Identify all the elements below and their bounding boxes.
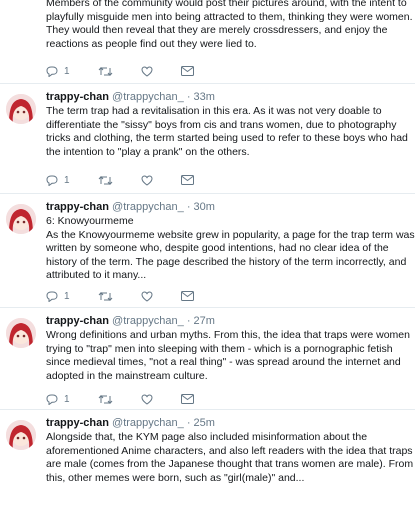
retweet-button[interactable] xyxy=(98,291,113,302)
message-button[interactable] xyxy=(180,66,194,76)
message-icon xyxy=(180,66,194,76)
message-button[interactable] xyxy=(180,291,194,301)
tweet-text-line: since medieval times, "not a real thing"… xyxy=(46,356,401,369)
tweet-actions: 1 xyxy=(46,289,222,303)
display-name[interactable]: trappy-chan xyxy=(46,201,109,213)
tweet-text-line: history of the term. The page described … xyxy=(46,255,407,268)
tweet-text-line: aforementioned Anime characters, and als… xyxy=(46,444,413,457)
display-name[interactable]: trappy-chan xyxy=(46,91,109,103)
retweet-icon xyxy=(98,291,113,302)
like-icon xyxy=(141,393,153,405)
tweet-text-line: this, other memes were born, such as "gi… xyxy=(46,471,305,484)
tweet-text: The term trap had a revitalisation in th… xyxy=(46,105,408,159)
tweet-content: Members of the community would post thei… xyxy=(46,0,413,51)
user-handle[interactable]: @trappychan_ xyxy=(112,91,184,103)
tweet-text-line: As the Knowyourmeme website grew in popu… xyxy=(46,228,415,241)
tweet-time[interactable]: · 27m xyxy=(187,315,215,327)
tweet[interactable]: Members of the community would post thei… xyxy=(0,0,415,84)
reply-count: 1 xyxy=(64,65,70,77)
tweet-text-line: Alongside that, the KYM page also includ… xyxy=(46,431,368,443)
tweet-content: trappy-chan @trappychan_ · 27m Wrong def… xyxy=(46,314,410,383)
tweet-header: trappy-chan @trappychan_ · 25m xyxy=(46,416,407,430)
avatar[interactable] xyxy=(6,204,36,234)
retweet-icon xyxy=(98,66,113,77)
tweet-header: trappy-chan @trappychan_ · 27m xyxy=(46,314,407,328)
like-icon xyxy=(141,174,153,186)
tweet-text-line: attributed to it many... xyxy=(46,269,147,282)
message-button[interactable] xyxy=(180,394,194,404)
display-name[interactable]: trappy-chan xyxy=(46,315,109,327)
user-handle[interactable]: @trappychan_ xyxy=(112,201,184,213)
reply-count: 1 xyxy=(64,174,70,186)
avatar[interactable] xyxy=(6,318,36,348)
message-icon xyxy=(180,394,194,404)
tweet-text: Wrong definitions and urban myths. From … xyxy=(46,329,410,383)
retweet-icon xyxy=(98,175,113,186)
tweet-text-line: the intention to "play a prank" on the o… xyxy=(46,145,250,158)
reply-button[interactable]: 1 xyxy=(46,175,70,186)
reply-icon xyxy=(46,394,58,405)
tweet-actions: 1 xyxy=(46,64,222,78)
tweet-text-line: differentiate the "sissy" boys from cis … xyxy=(46,118,397,131)
retweet-button[interactable] xyxy=(98,66,113,77)
tweet-header: trappy-chan @trappychan_ · 33m xyxy=(46,90,407,104)
tweet[interactable]: trappy-chan @trappychan_ · 27m Wrong def… xyxy=(0,308,415,410)
tweet-actions: 1 xyxy=(46,392,222,406)
reply-count: 1 xyxy=(64,393,70,405)
like-button[interactable] xyxy=(141,174,153,186)
tweet-header: trappy-chan @trappychan_ · 30m xyxy=(46,200,407,214)
reply-count: 1 xyxy=(64,290,70,302)
tweet-text-line: The term trap had a revitalisation in th… xyxy=(46,105,382,117)
avatar[interactable] xyxy=(6,94,36,124)
tweet-time[interactable]: · 30m xyxy=(187,201,215,213)
tweet-text-line: reactions as people find out they were l… xyxy=(46,37,257,50)
tweet-time[interactable]: · 33m xyxy=(187,91,215,103)
tweet[interactable]: trappy-chan @trappychan_ · 33m The term … xyxy=(0,84,415,194)
retweet-icon xyxy=(98,394,113,405)
like-icon xyxy=(141,290,153,302)
tweet-thread: Members of the community would post thei… xyxy=(0,0,415,512)
tweet-text-line: are male (comes from the Japanese though… xyxy=(46,458,414,471)
tweet-time[interactable]: · 25m xyxy=(187,417,215,429)
tweet[interactable]: trappy-chan @trappychan_ · 30m 6: Knowyo… xyxy=(0,194,415,308)
reply-icon xyxy=(46,66,58,77)
user-handle[interactable]: @trappychan_ xyxy=(112,315,184,327)
tweet-text-line: Members of the community would post thei… xyxy=(46,0,407,9)
tweet-text: 6: Knowyourmeme As the Knowyourmeme webs… xyxy=(46,215,415,283)
tweet-text-line: Wrong definitions and urban myths. From … xyxy=(46,329,410,341)
tweet[interactable]: trappy-chan @trappychan_ · 25m Alongside… xyxy=(0,410,415,512)
message-button[interactable] xyxy=(180,175,194,185)
tweet-text-line: written by someone who, despite good int… xyxy=(46,242,389,255)
message-icon xyxy=(180,291,194,301)
tweet-actions: 1 xyxy=(46,173,222,187)
retweet-button[interactable] xyxy=(98,175,113,186)
like-button[interactable] xyxy=(141,393,153,405)
reply-icon xyxy=(46,175,58,186)
like-button[interactable] xyxy=(141,65,153,77)
tweet-text-line: tricks and clothing, the term started be… xyxy=(46,132,408,145)
display-name[interactable]: trappy-chan xyxy=(46,417,109,429)
like-icon xyxy=(141,65,153,77)
retweet-button[interactable] xyxy=(98,394,113,405)
reply-button[interactable]: 1 xyxy=(46,66,70,77)
tweet-text-line: playfully misguide men into being attrac… xyxy=(46,10,413,23)
tweet-text-line: trying to "trap" men into sleeping with … xyxy=(46,342,393,355)
reply-icon xyxy=(46,291,58,302)
avatar[interactable] xyxy=(6,420,36,450)
tweet-text: Members of the community would post thei… xyxy=(46,0,413,51)
tweet-content: trappy-chan @trappychan_ · 25m Alongside… xyxy=(46,416,414,485)
message-icon xyxy=(180,175,194,185)
reply-button[interactable]: 1 xyxy=(46,394,70,405)
tweet-text: Alongside that, the KYM page also includ… xyxy=(46,431,414,485)
tweet-content: trappy-chan @trappychan_ · 33m The term … xyxy=(46,90,408,159)
like-button[interactable] xyxy=(141,290,153,302)
tweet-text-line: They would then reveal that they are mer… xyxy=(46,24,388,37)
tweet-content: trappy-chan @trappychan_ · 30m 6: Knowyo… xyxy=(46,200,415,283)
tweet-text-line: adopted in the mainstream culture. xyxy=(46,369,208,382)
tweet-text-line: 6: Knowyourmeme xyxy=(46,215,134,227)
reply-button[interactable]: 1 xyxy=(46,291,70,302)
user-handle[interactable]: @trappychan_ xyxy=(112,417,184,429)
